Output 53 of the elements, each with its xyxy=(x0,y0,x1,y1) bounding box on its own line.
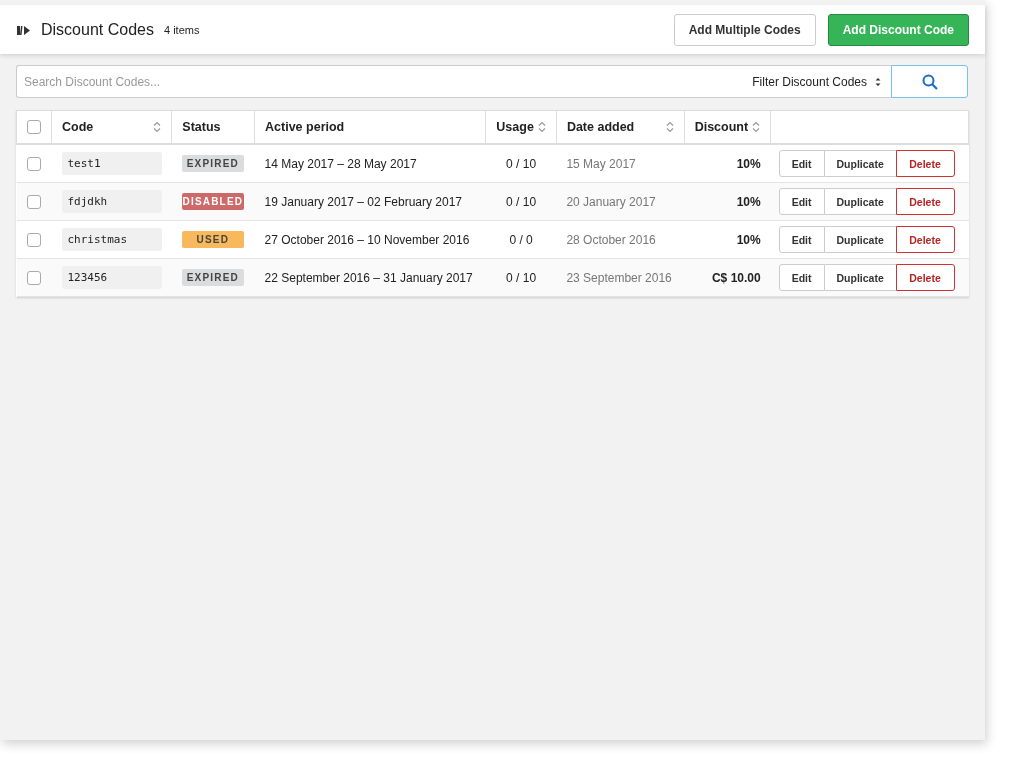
table-cell: C$ 10.00 xyxy=(711,270,761,285)
status-badge: EXPIRED xyxy=(181,155,244,172)
code-text: christmas xyxy=(61,228,162,251)
page-title: Discount Codes xyxy=(41,20,154,39)
checkbox[interactable] xyxy=(27,194,41,209)
table-cell: 10% xyxy=(736,194,761,209)
dropdown-arrows-icon xyxy=(875,76,881,87)
action-button[interactable]: Delete xyxy=(895,150,955,177)
code-text: 123456 xyxy=(61,266,162,289)
action-button[interactable]: Delete xyxy=(895,264,955,291)
code-text: test1 xyxy=(61,152,162,175)
column-header[interactable]: Status xyxy=(182,120,221,134)
action-button[interactable]: Edit xyxy=(778,150,825,177)
table-cell: 23 September 2016 xyxy=(566,270,672,285)
table-cell: 14 May 2017 – 28 May 2017 xyxy=(264,156,417,171)
checkbox[interactable] xyxy=(27,232,41,247)
column-header[interactable]: Active period xyxy=(265,120,345,134)
table-cell: 19 January 2017 – 02 February 2017 xyxy=(264,194,463,209)
search-field[interactable]: Search Discount Codes... xyxy=(16,65,745,98)
action-button[interactable]: Delete xyxy=(895,188,955,215)
action-button[interactable]: Delete xyxy=(895,226,955,253)
action-button[interactable]: Edit xyxy=(778,264,825,291)
action-button[interactable]: Edit xyxy=(778,226,825,253)
table-cell: 0 / 0 xyxy=(509,232,533,247)
table-cell: 15 May 2017 xyxy=(566,156,636,171)
search-button[interactable] xyxy=(891,65,968,98)
status-badge: DISABLED xyxy=(181,193,244,210)
checkbox[interactable] xyxy=(27,120,41,135)
action-button[interactable]: Edit xyxy=(778,188,825,215)
status-badge: USED xyxy=(181,231,244,248)
item-count: 4 items xyxy=(163,23,200,36)
status-badge: EXPIRED xyxy=(181,269,244,286)
search-icon xyxy=(921,73,938,90)
table-cell: 28 October 2016 xyxy=(566,232,656,247)
action-button[interactable]: Duplicate xyxy=(824,150,896,177)
tag-icon xyxy=(16,23,31,36)
action-button[interactable]: Duplicate xyxy=(824,188,896,215)
table-cell: 22 September 2016 – 31 January 2017 xyxy=(264,270,473,285)
code-text: fdjdkh xyxy=(61,190,162,213)
action-button[interactable]: Duplicate xyxy=(824,264,896,291)
table-cell: 27 October 2016 – 10 November 2016 xyxy=(264,232,470,247)
checkbox[interactable] xyxy=(27,156,41,171)
table-cell: 0 / 10 xyxy=(506,270,537,285)
column-header[interactable]: Code xyxy=(62,120,94,134)
table-cell: 20 January 2017 xyxy=(566,194,656,209)
table-cell: 10% xyxy=(736,232,761,247)
table-cell: 10% xyxy=(736,156,761,171)
table-cell: 0 / 10 xyxy=(506,194,537,209)
header-button[interactable]: Add Multiple Codes xyxy=(673,13,816,46)
filter-dropdown[interactable]: Filter Discount Codes xyxy=(744,65,891,98)
checkbox[interactable] xyxy=(27,270,41,285)
action-button[interactable]: Duplicate xyxy=(824,226,896,253)
table-cell: 0 / 10 xyxy=(506,156,537,171)
